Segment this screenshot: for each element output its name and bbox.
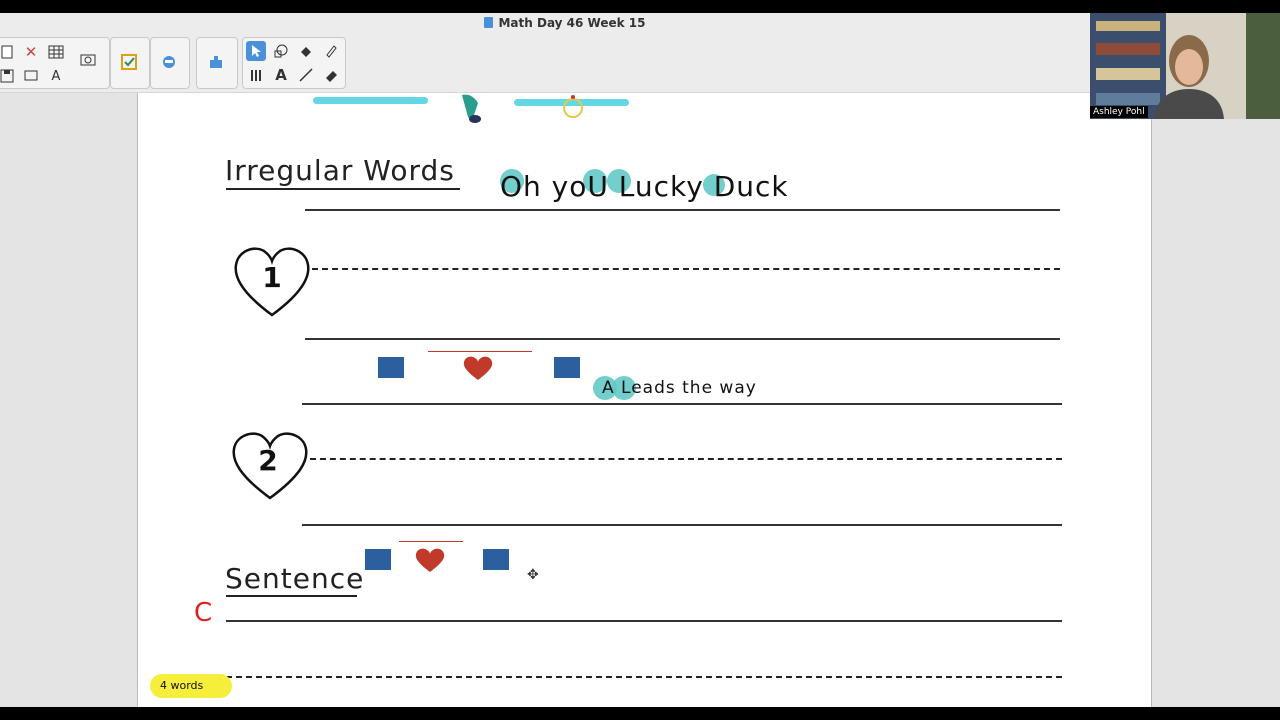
video-thumbnail[interactable] [1090,13,1280,119]
baseline-1 [305,338,1060,340]
file-tools-group: ✕ A [0,37,110,89]
blue-square [554,357,580,378]
dashed-line-sentence [226,676,1062,678]
red-underline [399,541,463,542]
addon-icon[interactable] [206,52,226,72]
spy-group [150,37,190,89]
screen-shade-icon[interactable] [78,51,98,71]
move-cursor-icon: ✥ [527,567,539,583]
screen-icon[interactable] [21,66,41,86]
red-heart-icon [462,355,494,381]
writing-line-sentence [226,620,1062,622]
table-icon[interactable] [46,42,66,62]
writing-line-mid [302,403,1062,405]
heart-2-number: 2 [258,444,278,477]
eraser-icon[interactable] [321,65,341,85]
right-margin [1151,93,1280,707]
participant-avatar [1146,31,1232,119]
checkbox-icon[interactable] [119,52,139,72]
document-icon [484,17,494,28]
blue-square [378,357,404,378]
pen-icon[interactable] [321,41,341,61]
fill-icon[interactable] [296,41,316,61]
word-count-badge: 4 words [150,674,232,698]
red-underline [428,351,532,352]
dashed-line-1 [312,268,1060,270]
blue-square [483,549,509,570]
blue-square [365,549,391,570]
new-page-icon[interactable] [0,42,17,62]
heading-underline [226,188,460,190]
heart-1-number: 1 [262,261,282,294]
lucky-duck-phrase: Oh yoU Lucky Duck [500,170,789,203]
red-heart-icon [414,547,446,573]
dashed-line-2 [310,458,1062,460]
toolbar: Math Day 46 Week 15 ✕ A A [0,13,1090,93]
checklist-group [110,37,150,89]
shape-icon[interactable] [271,41,291,61]
bird-graphic [460,93,485,125]
window-title: Math Day 46 Week 15 [0,13,1130,33]
ring-graphic [561,94,585,120]
spy-icon[interactable] [159,52,179,72]
heading-sentence: Sentence [225,562,365,595]
heart-2: 2 [230,428,310,502]
left-margin [0,93,137,707]
sentence-underline [226,595,357,597]
leads-the-way-phrase: A Leads the way [602,378,757,398]
line-icon[interactable] [296,65,316,85]
heading-irregular-words: Irregular Words [225,154,455,187]
sentence-capital-letter: C [194,598,213,628]
writing-line-top [305,209,1060,211]
text-icon[interactable]: A [271,65,291,85]
title-text: Math Day 46 Week 15 [498,16,646,30]
heart-1: 1 [232,243,312,319]
draw-tools-group: A [242,37,346,89]
save-icon[interactable] [0,66,17,86]
select-arrow-icon[interactable] [246,41,266,61]
addon-group [196,37,238,89]
magic-pen-icon[interactable] [246,65,266,85]
text-recognition-icon[interactable]: A [46,66,66,86]
participant-name: Ashley Pohl [1090,106,1148,118]
baseline-2 [302,524,1062,526]
top-highlight-bar-left [313,97,428,104]
delete-icon[interactable]: ✕ [21,42,41,62]
